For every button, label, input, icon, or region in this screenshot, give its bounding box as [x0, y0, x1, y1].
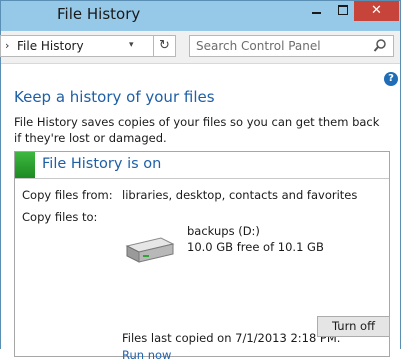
drive-space: 10.0 GB free of 10.1 GB: [187, 240, 324, 254]
window-title: File History: [57, 5, 141, 23]
run-now-link[interactable]: Run now: [122, 348, 171, 362]
status-divider: [15, 178, 389, 179]
copy-from-label: Copy files from:: [22, 188, 113, 202]
help-icon[interactable]: ?: [384, 72, 398, 86]
maximize-button[interactable]: [332, 1, 354, 21]
drive-name: backups (D:): [187, 224, 260, 238]
page-title: Keep a history of your files: [14, 88, 215, 106]
title-bar[interactable]: File History ✕: [1, 1, 400, 29]
search-input[interactable]: [196, 38, 366, 54]
chevron-down-icon[interactable]: ▾: [129, 40, 134, 50]
search-icon[interactable]: [373, 38, 387, 54]
breadcrumb-file-history[interactable]: File History: [17, 39, 84, 53]
page-description: File History saves copies of your files …: [14, 115, 380, 145]
status-indicator-stripe: [15, 152, 35, 178]
status-title: File History is on: [42, 156, 162, 172]
close-button[interactable]: ✕: [354, 1, 399, 21]
search-box[interactable]: [189, 35, 394, 57]
main-content: ? Keep a history of your files File Hist…: [1, 63, 400, 362]
close-icon: ✕: [371, 3, 382, 18]
file-history-window: File History ✕ › File History ▾ ↻ ?: [0, 0, 401, 362]
hard-drive-icon: [125, 237, 175, 263]
copy-to-label: Copy files to:: [22, 210, 98, 224]
navigation-bar: › File History ▾ ↻: [0, 31, 400, 63]
minimize-button[interactable]: [304, 1, 328, 21]
turn-off-button[interactable]: Turn off: [317, 316, 390, 337]
address-bar[interactable]: › File History ▾: [0, 35, 155, 57]
copy-from-value: libraries, desktop, contacts and favorit…: [122, 188, 358, 202]
maximize-icon: [338, 5, 348, 15]
refresh-button[interactable]: ↻: [153, 35, 176, 57]
minimize-icon: [312, 12, 321, 14]
last-copied-text: Files last copied on 7/1/2013 2:18 PM.: [122, 331, 341, 345]
chevron-right-icon: ›: [5, 39, 10, 52]
refresh-icon: ↻: [159, 38, 170, 53]
